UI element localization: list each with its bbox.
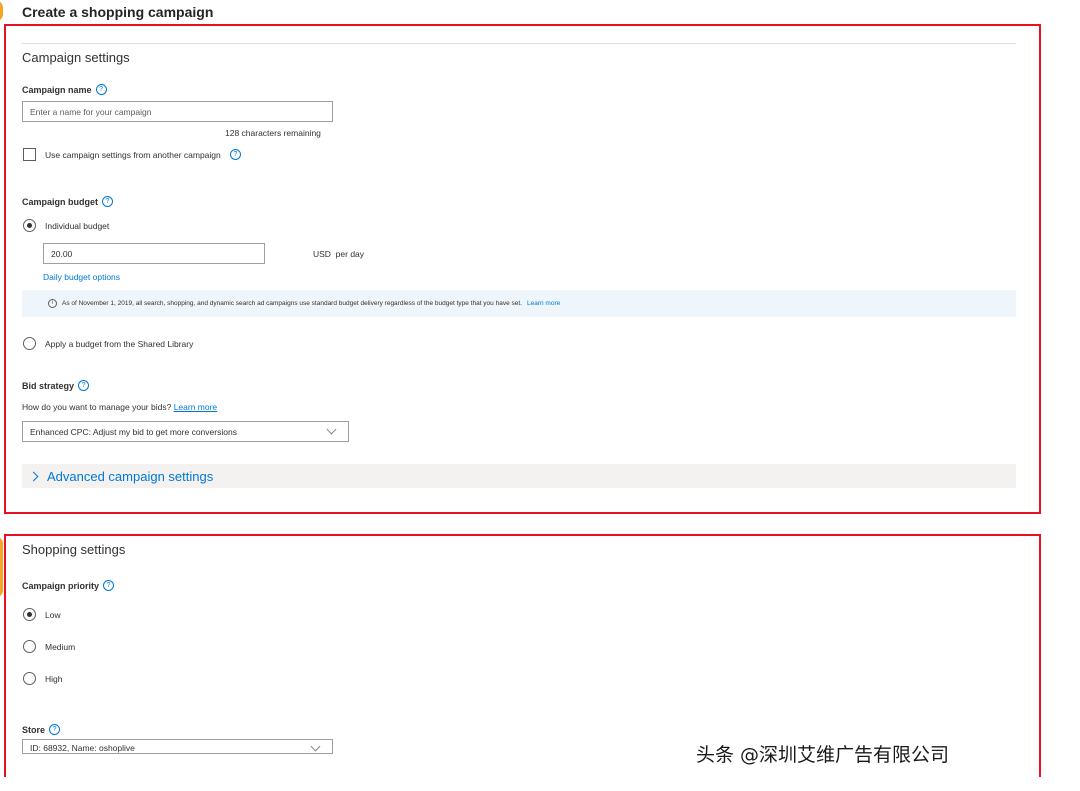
individual-budget-option[interactable]: Individual budget	[23, 219, 109, 232]
left-marker	[0, 536, 3, 598]
bid-strategy-question: How do you want to manage your bids? Lea…	[22, 402, 217, 412]
budget-unit: USD per day	[313, 249, 365, 259]
campaign-settings-title: Campaign settings	[22, 50, 130, 65]
page-title: Create a shopping campaign	[22, 4, 214, 20]
watermark-text: 头条 @深圳艾维广告有限公司	[696, 744, 950, 766]
shared-budget-radio[interactable]	[23, 337, 36, 350]
campaign-budget-label-text: Campaign budget	[22, 196, 98, 207]
bid-strategy-label-text: Bid strategy	[22, 380, 75, 391]
priority-option-high[interactable]: High	[23, 672, 62, 685]
characters-remaining: 128 characters remaining	[225, 128, 321, 138]
bid-learn-more-link[interactable]: Learn more	[174, 402, 217, 412]
copy-settings-label: Use campaign settings from another campa…	[45, 149, 221, 160]
store-label-text: Store	[22, 724, 46, 735]
store-label: Store ?	[22, 724, 61, 735]
budget-amount-input[interactable]: 20.00	[43, 243, 265, 264]
priority-option-medium[interactable]: Medium	[23, 640, 75, 653]
bid-strategy-dropdown[interactable]: Enhanced CPC: Adjust my bid to get more …	[22, 421, 349, 442]
priority-label-low: Low	[45, 609, 61, 620]
budget-info-message: i As of November 1, 2019, all search, sh…	[22, 290, 1016, 317]
left-marker	[0, 0, 3, 22]
shared-budget-label: Apply a budget from the Shared Library	[45, 338, 194, 349]
help-icon[interactable]: ?	[102, 196, 113, 207]
section-divider	[22, 43, 1016, 44]
budget-learn-more-link[interactable]: Learn more	[527, 300, 560, 307]
campaign-priority-label: Campaign priority ?	[22, 580, 115, 591]
bid-strategy-question-text: How do you want to manage your bids?	[22, 402, 172, 412]
bid-strategy-selected: Enhanced CPC: Adjust my bid to get more …	[30, 426, 237, 437]
campaign-priority-label-text: Campaign priority	[22, 580, 100, 591]
priority-radio-high[interactable]	[23, 672, 36, 685]
campaign-name-label: Campaign name ?	[22, 84, 107, 95]
individual-budget-radio[interactable]	[23, 219, 36, 232]
chevron-down-icon	[326, 424, 337, 435]
store-dropdown[interactable]: ID: 68932, Name: oshoplive	[22, 739, 333, 754]
bid-strategy-label: Bid strategy ?	[22, 380, 90, 391]
help-icon[interactable]: ?	[229, 149, 241, 160]
info-icon: i	[48, 299, 57, 308]
individual-budget-label: Individual budget	[45, 220, 110, 231]
priority-label-medium: Medium	[45, 641, 76, 652]
help-icon[interactable]: ?	[95, 84, 107, 95]
campaign-name-label-text: Campaign name	[22, 84, 92, 95]
help-icon[interactable]: ?	[103, 580, 115, 591]
campaign-budget-label: Campaign budget ?	[22, 196, 113, 207]
daily-budget-options-link[interactable]: Daily budget options	[43, 272, 120, 282]
priority-radio-medium[interactable]	[23, 640, 36, 653]
help-icon[interactable]: ?	[49, 724, 61, 735]
shared-budget-option[interactable]: Apply a budget from the Shared Library	[23, 337, 193, 350]
help-icon[interactable]: ?	[78, 380, 90, 391]
store-selected: ID: 68932, Name: oshoplive	[30, 743, 135, 753]
shopping-settings-title: Shopping settings	[22, 542, 126, 557]
chevron-right-icon	[28, 471, 39, 481]
budget-info-text: As of November 1, 2019, all search, shop…	[62, 300, 522, 307]
campaign-name-input[interactable]: Enter a name for your campaign	[22, 101, 333, 122]
priority-label-high: High	[45, 673, 63, 684]
advanced-settings-label: Advanced campaign settings	[47, 468, 214, 484]
priority-radio-low[interactable]	[23, 608, 36, 621]
chevron-down-icon	[310, 741, 321, 752]
priority-option-low[interactable]: Low	[23, 608, 61, 621]
copy-settings-row[interactable]: Use campaign settings from another campa…	[23, 148, 241, 161]
copy-settings-checkbox[interactable]	[23, 148, 36, 161]
advanced-settings-toggle[interactable]: Advanced campaign settings	[22, 464, 1016, 488]
